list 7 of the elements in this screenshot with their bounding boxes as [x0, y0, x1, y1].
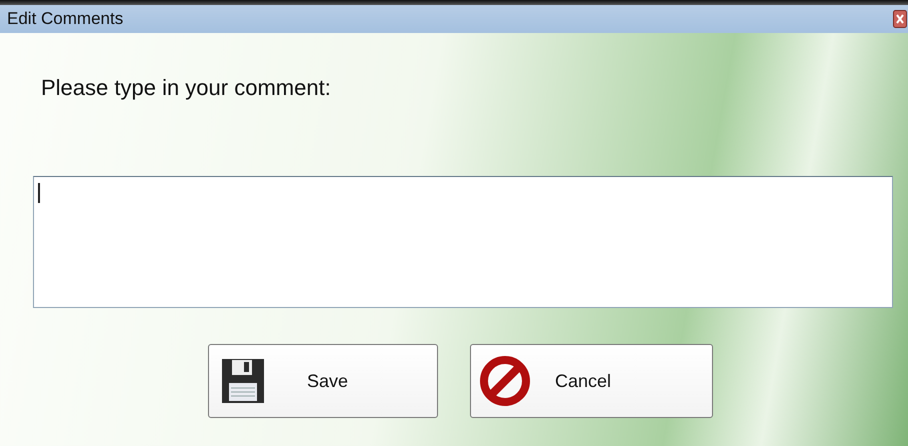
save-button[interactable]: Save [208, 344, 438, 418]
prompt-label: Please type in your comment: [40, 75, 332, 102]
prohibited-icon [479, 355, 531, 407]
comment-field[interactable] [33, 176, 893, 308]
close-icon[interactable] [893, 10, 907, 28]
cancel-button[interactable]: Cancel [470, 344, 713, 418]
window-title: Edit Comments [7, 9, 124, 29]
